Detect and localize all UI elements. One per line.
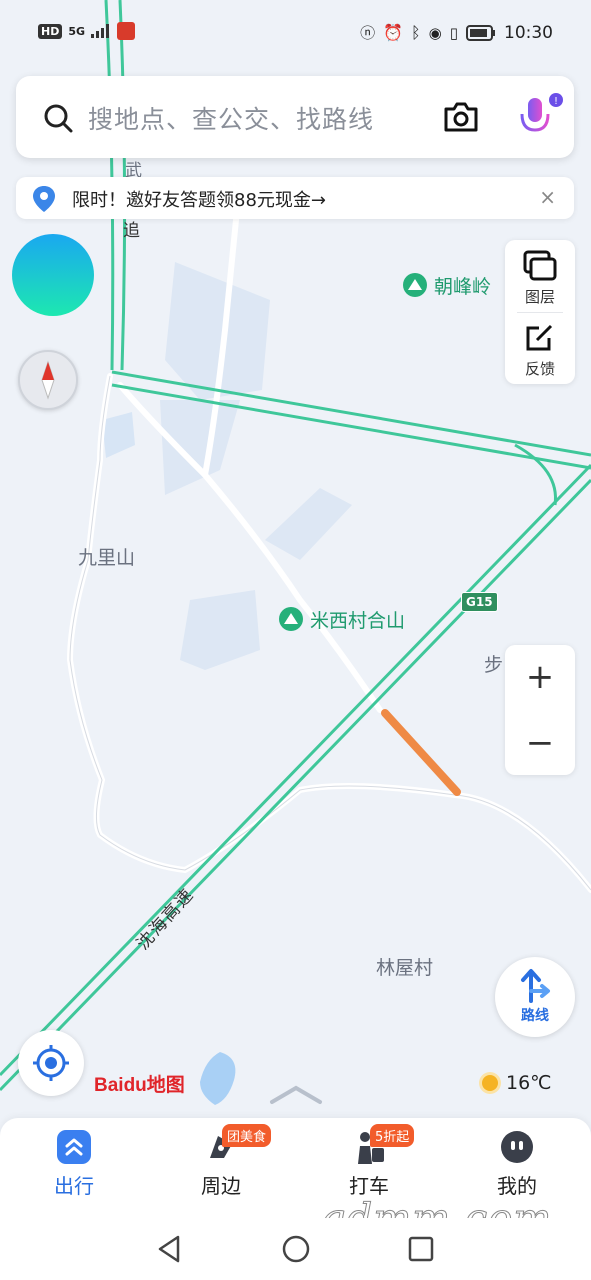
location-icon: ◉ [428, 23, 442, 42]
locate-button[interactable] [18, 1030, 84, 1096]
back-icon[interactable] [156, 1234, 184, 1264]
tab-travel[interactable]: 出行 [19, 1130, 129, 1199]
poi-mixicunheshan[interactable]: 米西村合山 [278, 606, 405, 633]
zoom-out-button[interactable]: − [505, 723, 575, 763]
tab-profile[interactable]: 我的 [462, 1130, 572, 1199]
clock: 10:30 [504, 22, 553, 43]
tab-badge: 团美食 [222, 1124, 272, 1147]
signal-icon [91, 24, 110, 38]
weather-widget[interactable]: 16℃ [482, 1072, 552, 1094]
mountain-pin-icon [279, 606, 303, 631]
search-icon [44, 104, 73, 133]
app-notification-icon [117, 22, 136, 40]
search-input[interactable]: 搜地点、查公交、找路线 [88, 100, 374, 136]
microphone-icon[interactable]: ! [514, 92, 566, 144]
highway-shield: G15 [461, 592, 498, 612]
hd-indicator: HD [38, 23, 63, 39]
poi-label: 米西村合山 [310, 610, 406, 632]
poi-label: 朝峰岭 [434, 276, 492, 298]
svg-text:!: ! [554, 96, 558, 107]
travel-icon [57, 1130, 91, 1164]
layers-icon [523, 250, 557, 281]
promo-banner[interactable]: 限时！邀好友答题领88元现金→ × [16, 177, 574, 219]
route-arrow-icon [521, 969, 550, 1003]
recents-icon[interactable] [406, 1234, 436, 1264]
poi-chaofengling[interactable]: 朝峰岭 [402, 272, 491, 299]
route-label: 路线 [521, 1008, 549, 1024]
sun-icon [482, 1075, 498, 1091]
network-label: 5G [68, 24, 86, 38]
nfc-icon: ⓝ [360, 24, 376, 42]
feedback-button[interactable]: 反馈 [505, 314, 575, 384]
alarm-icon: ⏰ [383, 23, 404, 42]
baidu-logo: Baidu地图 [94, 1075, 185, 1096]
temperature: 16℃ [506, 1072, 552, 1094]
map-tools-panel: 图层 反馈 [505, 240, 575, 384]
location-pin-icon [33, 186, 55, 212]
promo-text[interactable]: 限时！邀好友答题领88元现金→ [72, 186, 326, 212]
tab-label: 我的 [497, 1174, 537, 1198]
zoom-in-button[interactable]: + [505, 657, 575, 697]
battery-icon [466, 24, 495, 41]
home-icon[interactable] [281, 1234, 311, 1264]
status-bar: HD 5G ⓝ ⏰ ᛒ ◉ ▯ 10:30 [0, 0, 591, 68]
zoom-control: + − [505, 645, 575, 775]
chevron-up-icon[interactable] [268, 1082, 324, 1106]
profile-icon [501, 1131, 533, 1163]
feedback-label: 反馈 [524, 360, 555, 378]
vibrate-icon: ▯ [449, 23, 458, 42]
avatar[interactable] [12, 234, 94, 316]
tab-label: 出行 [54, 1174, 94, 1198]
place-label-bu: 步 [484, 654, 504, 676]
route-button[interactable]: 路线 [495, 957, 575, 1037]
search-bar[interactable]: 搜地点、查公交、找路线 ! [16, 76, 574, 158]
tab-nearby[interactable]: 团美食 周边 [166, 1124, 276, 1199]
system-nav-bar [0, 1218, 591, 1280]
divider [517, 312, 563, 313]
place-label-linwucun: 林屋村 [376, 957, 434, 979]
close-icon[interactable]: × [539, 185, 556, 209]
tab-label: 周边 [201, 1174, 241, 1198]
mountain-pin-icon [403, 272, 427, 297]
camera-icon[interactable] [442, 100, 480, 134]
edit-icon [526, 324, 553, 351]
road-label-fragment: 追 [123, 221, 140, 241]
tab-taxi[interactable]: 5折起 打车 [314, 1124, 424, 1199]
bluetooth-icon: ᛒ [411, 23, 421, 42]
layer-label: 图层 [524, 288, 555, 306]
crosshair-icon [33, 1045, 69, 1081]
tab-label: 打车 [349, 1174, 389, 1198]
tab-badge: 5折起 [370, 1124, 415, 1147]
compass-button[interactable] [18, 350, 78, 410]
layer-button[interactable]: 图层 [505, 240, 575, 310]
compass-icon [41, 360, 55, 400]
place-label-jiulishan: 九里山 [78, 547, 136, 569]
